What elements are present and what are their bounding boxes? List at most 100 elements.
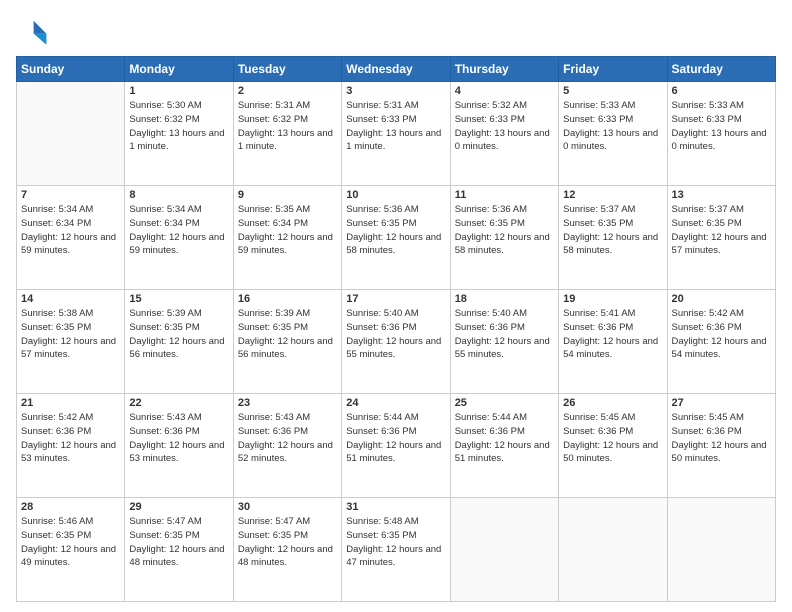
calendar-cell [559,498,667,602]
week-row-5: 28 Sunrise: 5:46 AMSunset: 6:35 PMDayligh… [17,498,776,602]
day-number: 28 [21,501,120,513]
day-info: Sunrise: 5:34 AMSunset: 6:34 PMDaylight:… [129,203,228,258]
day-number: 24 [346,397,445,409]
day-info: Sunrise: 5:39 AMSunset: 6:35 PMDaylight:… [129,307,228,362]
day-info: Sunrise: 5:41 AMSunset: 6:36 PMDaylight:… [563,307,662,362]
day-info: Sunrise: 5:45 AMSunset: 6:36 PMDaylight:… [563,411,662,466]
day-info: Sunrise: 5:31 AMSunset: 6:33 PMDaylight:… [346,99,445,154]
day-number: 25 [455,397,554,409]
day-number: 9 [238,189,337,201]
day-number: 18 [455,293,554,305]
day-number: 7 [21,189,120,201]
weekday-wednesday: Wednesday [342,57,450,82]
week-row-2: 7 Sunrise: 5:34 AMSunset: 6:34 PMDaylight… [17,186,776,290]
day-number: 29 [129,501,228,513]
day-number: 10 [346,189,445,201]
weekday-header-row: SundayMondayTuesdayWednesdayThursdayFrid… [17,57,776,82]
calendar-cell: 23 Sunrise: 5:43 AMSunset: 6:36 PMDayligh… [233,394,341,498]
calendar-cell: 18 Sunrise: 5:40 AMSunset: 6:36 PMDayligh… [450,290,558,394]
calendar-cell: 14Sunrise: 5:38 AMSunset: 6:35 PMDayligh… [17,290,125,394]
day-info: Sunrise: 5:47 AMSunset: 6:35 PMDaylight:… [129,515,228,570]
day-number: 13 [672,189,771,201]
logo-icon [16,16,48,48]
day-number: 19 [563,293,662,305]
day-number: 31 [346,501,445,513]
day-number: 11 [455,189,554,201]
calendar-cell: 19 Sunrise: 5:41 AMSunset: 6:36 PMDayligh… [559,290,667,394]
weekday-monday: Monday [125,57,233,82]
day-number: 3 [346,85,445,97]
day-info: Sunrise: 5:36 AMSunset: 6:35 PMDaylight:… [346,203,445,258]
day-number: 12 [563,189,662,201]
day-number: 4 [455,85,554,97]
calendar-cell: 24 Sunrise: 5:44 AMSunset: 6:36 PMDayligh… [342,394,450,498]
calendar-cell: 15 Sunrise: 5:39 AMSunset: 6:35 PMDayligh… [125,290,233,394]
day-info: Sunrise: 5:42 AMSunset: 6:36 PMDaylight:… [21,411,120,466]
header [16,16,776,48]
day-info: Sunrise: 5:34 AMSunset: 6:34 PMDaylight:… [21,203,120,258]
calendar-cell: 28 Sunrise: 5:46 AMSunset: 6:35 PMDayligh… [17,498,125,602]
calendar-cell [17,82,125,186]
day-number: 30 [238,501,337,513]
day-info: Sunrise: 5:43 AMSunset: 6:36 PMDaylight:… [238,411,337,466]
calendar-cell: 25Sunrise: 5:44 AMSunset: 6:36 PMDayligh… [450,394,558,498]
calendar-cell: 2Sunrise: 5:31 AMSunset: 6:32 PMDaylight… [233,82,341,186]
calendar-cell: 6Sunrise: 5:33 AMSunset: 6:33 PMDaylight… [667,82,775,186]
day-number: 21 [21,397,120,409]
calendar-cell: 21 Sunrise: 5:42 AMSunset: 6:36 PMDayligh… [17,394,125,498]
calendar-cell: 3 Sunrise: 5:31 AMSunset: 6:33 PMDaylight… [342,82,450,186]
day-info: Sunrise: 5:46 AMSunset: 6:35 PMDaylight:… [21,515,120,570]
calendar-cell: 9 Sunrise: 5:35 AMSunset: 6:34 PMDaylight… [233,186,341,290]
day-info: Sunrise: 5:30 AMSunset: 6:32 PMDaylight:… [129,99,228,154]
day-number: 14 [21,293,120,305]
weekday-tuesday: Tuesday [233,57,341,82]
day-info: Sunrise: 5:35 AMSunset: 6:34 PMDaylight:… [238,203,337,258]
calendar-cell: 17 Sunrise: 5:40 AMSunset: 6:36 PMDayligh… [342,290,450,394]
day-number: 2 [238,85,337,97]
weekday-thursday: Thursday [450,57,558,82]
calendar-cell: 26 Sunrise: 5:45 AMSunset: 6:36 PMDayligh… [559,394,667,498]
calendar-cell: 31Sunrise: 5:48 AMSunset: 6:35 PMDayligh… [342,498,450,602]
day-number: 17 [346,293,445,305]
calendar-cell [667,498,775,602]
calendar-cell: 10 Sunrise: 5:36 AMSunset: 6:35 PMDayligh… [342,186,450,290]
calendar-cell: 16Sunrise: 5:39 AMSunset: 6:35 PMDayligh… [233,290,341,394]
day-info: Sunrise: 5:37 AMSunset: 6:35 PMDaylight:… [563,203,662,258]
calendar-cell: 11 Sunrise: 5:36 AMSunset: 6:35 PMDayligh… [450,186,558,290]
day-info: Sunrise: 5:44 AMSunset: 6:36 PMDaylight:… [346,411,445,466]
calendar-cell: 13Sunrise: 5:37 AMSunset: 6:35 PMDayligh… [667,186,775,290]
day-info: Sunrise: 5:39 AMSunset: 6:35 PMDaylight:… [238,307,337,362]
calendar-table: SundayMondayTuesdayWednesdayThursdayFrid… [16,56,776,602]
calendar-cell: 20Sunrise: 5:42 AMSunset: 6:36 PMDayligh… [667,290,775,394]
calendar-cell: 12 Sunrise: 5:37 AMSunset: 6:35 PMDayligh… [559,186,667,290]
day-number: 22 [129,397,228,409]
day-number: 6 [672,85,771,97]
day-info: Sunrise: 5:45 AMSunset: 6:36 PMDaylight:… [672,411,771,466]
day-number: 8 [129,189,228,201]
day-number: 1 [129,85,228,97]
day-info: Sunrise: 5:40 AMSunset: 6:36 PMDaylight:… [346,307,445,362]
logo [16,16,52,48]
calendar-cell: 27 Sunrise: 5:45 AMSunset: 6:36 PMDayligh… [667,394,775,498]
calendar-cell [450,498,558,602]
day-number: 20 [672,293,771,305]
weekday-saturday: Saturday [667,57,775,82]
day-info: Sunrise: 5:40 AMSunset: 6:36 PMDaylight:… [455,307,554,362]
day-info: Sunrise: 5:36 AMSunset: 6:35 PMDaylight:… [455,203,554,258]
week-row-1: 1 Sunrise: 5:30 AMSunset: 6:32 PMDaylight… [17,82,776,186]
day-info: Sunrise: 5:32 AMSunset: 6:33 PMDaylight:… [455,99,554,154]
day-number: 27 [672,397,771,409]
calendar-cell: 1 Sunrise: 5:30 AMSunset: 6:32 PMDaylight… [125,82,233,186]
week-row-3: 14Sunrise: 5:38 AMSunset: 6:35 PMDayligh… [17,290,776,394]
day-info: Sunrise: 5:47 AMSunset: 6:35 PMDaylight:… [238,515,337,570]
day-number: 15 [129,293,228,305]
day-number: 23 [238,397,337,409]
calendar-cell: 30 Sunrise: 5:47 AMSunset: 6:35 PMDayligh… [233,498,341,602]
day-info: Sunrise: 5:33 AMSunset: 6:33 PMDaylight:… [563,99,662,154]
calendar-cell: 4 Sunrise: 5:32 AMSunset: 6:33 PMDaylight… [450,82,558,186]
calendar-cell: 7 Sunrise: 5:34 AMSunset: 6:34 PMDaylight… [17,186,125,290]
day-number: 5 [563,85,662,97]
page: SundayMondayTuesdayWednesdayThursdayFrid… [0,0,792,612]
weekday-friday: Friday [559,57,667,82]
day-number: 26 [563,397,662,409]
